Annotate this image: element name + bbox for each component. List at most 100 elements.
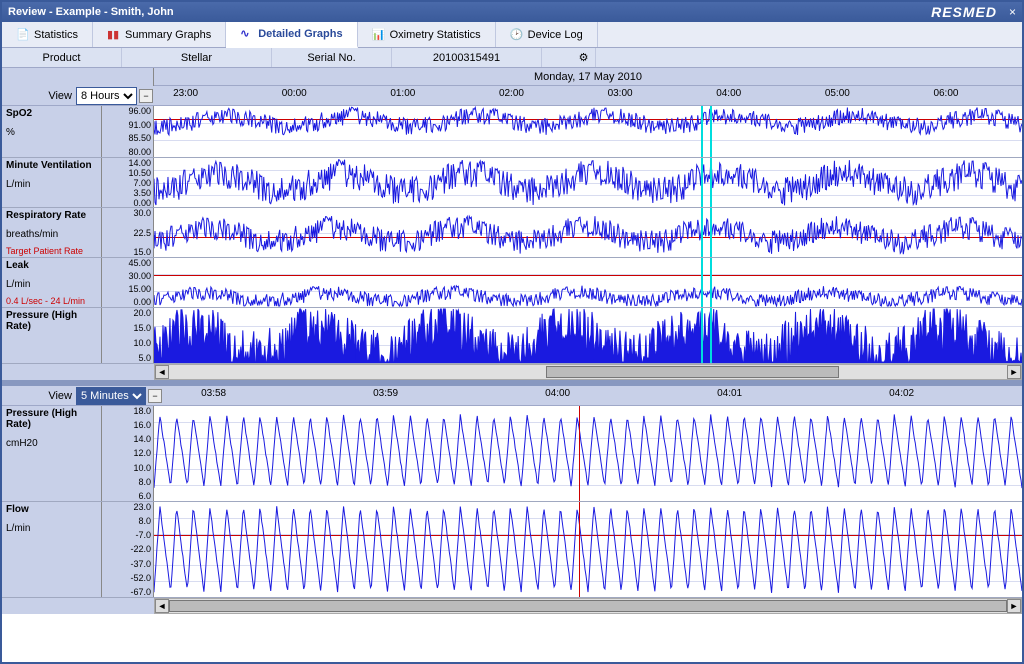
chart-label: Respiratory Ratebreaths/minTarget Patien…: [2, 208, 102, 257]
chart-unit: breaths/min: [6, 229, 97, 240]
product-value: Stellar: [122, 48, 272, 67]
bar-chart-icon: ▮▮: [107, 28, 121, 42]
time-tick: 02:00: [499, 88, 524, 99]
tab-summary-graphs[interactable]: ▮▮Summary Graphs: [93, 22, 226, 47]
chart-yaxis: 30.022.515.0: [102, 208, 154, 257]
upper-view-row: View 8 Hours − 23:0000:0001:0002:0003:00…: [2, 86, 1022, 106]
chart-label: SpO2%: [2, 106, 102, 157]
chart-name: Respiratory Rate: [6, 210, 97, 221]
chart-name: Pressure (High Rate): [6, 310, 97, 332]
chart-label: Minute Ventilation L/min: [2, 158, 102, 207]
scrollbar-lower[interactable]: ◄ ►: [154, 598, 1022, 614]
chart-label: Pressure (High Rate)cmH20: [2, 406, 102, 501]
chart-unit: L/min: [6, 179, 97, 190]
tab-detailed-graphs[interactable]: ∿Detailed Graphs: [226, 22, 357, 48]
chart-unit: L/min: [6, 523, 97, 534]
chart-yaxis: 18.016.014.012.010.08.06.0: [102, 406, 154, 501]
time-cursor[interactable]: [701, 208, 703, 257]
time-tick: 03:59: [373, 388, 398, 399]
time-tick: 04:02: [889, 388, 914, 399]
serial-value: 20100315491: [392, 48, 542, 67]
chart-area[interactable]: [154, 502, 1022, 597]
tab-bar: 📄Statistics ▮▮Summary Graphs ∿Detailed G…: [2, 22, 1022, 48]
time-tick: 05:00: [825, 88, 850, 99]
time-cursor[interactable]: [701, 258, 703, 307]
chart-row-flow: FlowL/min23.08.0-7.0-22.0-37.0-52.0-67.0: [2, 502, 1022, 598]
chart-area[interactable]: [154, 208, 1022, 257]
time-tick: 03:58: [201, 388, 226, 399]
time-tick: 23:00: [173, 88, 198, 99]
chart-yaxis: 96.0091.0085.5080.00: [102, 106, 154, 157]
brand-logo: RESMED: [931, 4, 997, 20]
chart-unit: L/min: [6, 279, 97, 290]
time-cursor[interactable]: [710, 208, 712, 257]
chart-label: Flow L/min: [2, 502, 102, 597]
time-axis-lower: 03:58 03:59 04:00 04:01 04:02: [162, 386, 1022, 406]
time-cursor[interactable]: [701, 308, 703, 363]
time-axis-upper: 23:0000:0001:0002:0003:0004:0005:0006:00: [153, 86, 1022, 106]
playhead-cursor[interactable]: [579, 406, 580, 501]
chart-name: SpO2: [6, 108, 97, 119]
view-label-upper: View: [2, 90, 76, 102]
view-label-lower: View: [2, 390, 76, 402]
window-title: Review - Example - Smith, John: [8, 6, 931, 18]
oximetry-icon: 📊: [372, 28, 386, 42]
chart-area[interactable]: [154, 406, 1022, 501]
scroll-right-icon[interactable]: ►: [1007, 365, 1021, 379]
chart-yaxis: 20.015.010.05.0: [102, 308, 154, 363]
chart-area[interactable]: [154, 106, 1022, 157]
chart-row-pressure-high-rate-: Pressure (High Rate)20.015.010.05.0: [2, 308, 1022, 364]
tab-oximetry-statistics[interactable]: 📊Oximetry Statistics: [358, 22, 496, 47]
titlebar: Review - Example - Smith, John RESMED ×: [2, 2, 1022, 22]
scroll-thumb-upper[interactable]: [546, 366, 839, 378]
chart-area[interactable]: [154, 258, 1022, 307]
view-select-upper[interactable]: 8 Hours: [76, 87, 137, 105]
chart-area[interactable]: [154, 308, 1022, 363]
chart-name: Flow: [6, 504, 97, 515]
chart-yaxis: 45.0030.0015.000.00: [102, 258, 154, 307]
chart-label: Pressure (High Rate): [2, 308, 102, 363]
time-tick: 04:01: [717, 388, 742, 399]
tab-statistics[interactable]: 📄Statistics: [2, 22, 93, 47]
info-bar: Product Stellar Serial No. 20100315491 ⚙: [2, 48, 1022, 68]
line-chart-icon: ∿: [240, 27, 254, 41]
settings-icon[interactable]: ⚙: [572, 48, 596, 67]
time-cursor[interactable]: [710, 158, 712, 207]
chart-area[interactable]: [154, 158, 1022, 207]
time-tick: 04:00: [545, 388, 570, 399]
chart-row-spo2: SpO2%96.0091.0085.5080.00: [2, 106, 1022, 158]
zoom-out-upper[interactable]: −: [139, 89, 153, 103]
chart-row-respiratory-rate: Respiratory Ratebreaths/minTarget Patien…: [2, 208, 1022, 258]
chart-name: Pressure (High Rate): [6, 408, 97, 430]
product-label: Product: [2, 48, 122, 67]
zoom-out-lower[interactable]: −: [148, 389, 162, 403]
time-tick: 06:00: [933, 88, 958, 99]
time-tick: 00:00: [282, 88, 307, 99]
scroll-left-icon[interactable]: ◄: [155, 365, 169, 379]
time-tick: 01:00: [390, 88, 415, 99]
time-cursor[interactable]: [701, 158, 703, 207]
time-cursor[interactable]: [701, 106, 703, 157]
chart-yaxis: 14.0010.507.003.500.00: [102, 158, 154, 207]
chart-row-pressure-high-rate-: Pressure (High Rate)cmH2018.016.014.012.…: [2, 406, 1022, 502]
time-cursor[interactable]: [710, 106, 712, 157]
tab-device-log[interactable]: 🕑Device Log: [496, 22, 598, 47]
chart-name: Minute Ventilation: [6, 160, 97, 171]
view-select-lower[interactable]: 5 Minutes: [76, 387, 146, 405]
time-cursor[interactable]: [710, 308, 712, 363]
playhead-cursor[interactable]: [579, 502, 580, 597]
scroll-right-icon[interactable]: ►: [1007, 599, 1021, 613]
chart-name: Leak: [6, 260, 97, 271]
chart-row-minute-ventilation: Minute Ventilation L/min 14.0010.507.003.5…: [2, 158, 1022, 208]
time-cursor[interactable]: [710, 258, 712, 307]
close-icon[interactable]: ×: [1009, 5, 1016, 19]
serial-label: Serial No.: [272, 48, 392, 67]
scroll-left-icon[interactable]: ◄: [155, 599, 169, 613]
scroll-thumb-lower[interactable]: [169, 600, 1007, 612]
doc-icon: 📄: [16, 28, 30, 42]
chart-row-leak: LeakL/min0.4 L/sec - 24 L/min45.0030.001…: [2, 258, 1022, 308]
chart-label: LeakL/min0.4 L/sec - 24 L/min: [2, 258, 102, 307]
scrollbar-upper[interactable]: ◄ ►: [154, 364, 1022, 380]
time-tick: 04:00: [716, 88, 741, 99]
lower-view-row: View 5 Minutes − 03:58 03:59 04:00 04:01 04:…: [2, 386, 1022, 406]
